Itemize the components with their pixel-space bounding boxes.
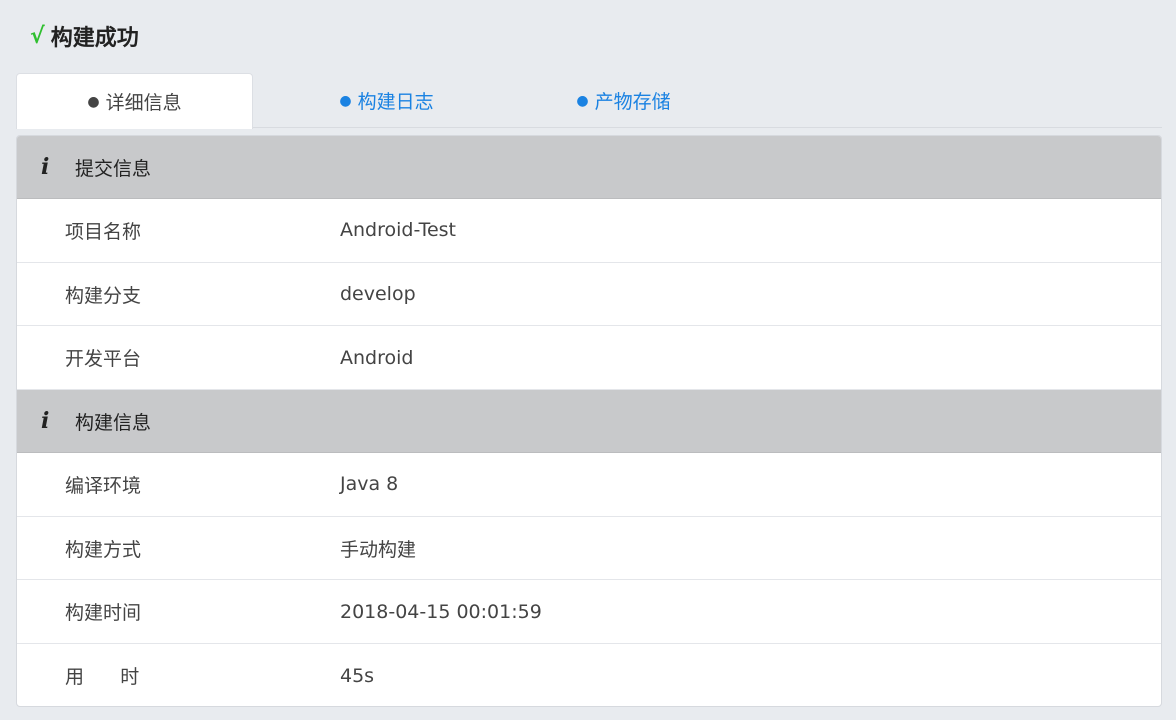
row-value: Java 8 (340, 473, 399, 496)
row-key: 构建分支 (65, 284, 142, 307)
bullet-icon: ● (87, 93, 100, 110)
bullet-icon: ● (339, 92, 352, 109)
row-value: 2018-04-15 00:01:59 (340, 600, 542, 623)
check-icon: √ (30, 23, 45, 49)
info-row-build-time: 构建时间 2018-04-15 00:01:59 (17, 580, 1161, 645)
bullet-icon: ● (576, 92, 589, 109)
tab-label: 构建日志 (357, 91, 434, 113)
row-key: 编译环境 (65, 474, 142, 497)
info-row-branch: 构建分支 develop (17, 263, 1161, 327)
row-value: 45s (340, 664, 375, 687)
tab-artifacts[interactable]: ● 产物存储 (505, 73, 742, 128)
info-row-compile-env: 编译环境 Java 8 (17, 453, 1161, 517)
tab-bar: ● 详细信息 ● 构建日志 ● 产物存储 (16, 73, 1162, 129)
details-panel: i 提交信息 项目名称 Android-Test 构建分支 develop 开发… (16, 135, 1162, 707)
page-header: √ 构建成功 (30, 20, 139, 52)
info-row-build-method: 构建方式 手动构建 (17, 517, 1161, 581)
info-icon: i (41, 154, 50, 180)
row-value: Android-Test (340, 219, 456, 242)
info-row-project-name: 项目名称 Android-Test (17, 199, 1161, 263)
section-header-commit: i 提交信息 (17, 136, 1161, 199)
page-title: 构建成功 (50, 26, 139, 51)
row-value: develop (340, 283, 416, 306)
row-key: 开发平台 (65, 348, 142, 371)
row-value: 手动构建 (340, 538, 417, 561)
row-key: 项目名称 (65, 220, 142, 243)
row-key: 构建时间 (65, 602, 142, 625)
tab-details[interactable]: ● 详细信息 (16, 73, 253, 129)
section-title: 提交信息 (75, 157, 152, 180)
info-row-platform: 开发平台 Android (17, 326, 1161, 391)
tab-label: 详细信息 (105, 92, 182, 114)
row-value: Android (340, 346, 414, 369)
info-row-duration: 用 时 45s (17, 644, 1161, 706)
row-key: 用 时 (65, 666, 140, 689)
row-key: 构建方式 (65, 538, 142, 561)
info-icon: i (41, 408, 50, 435)
tab-label: 产物存储 (594, 91, 671, 113)
section-header-build: i 构建信息 (17, 390, 1161, 454)
tab-build-log[interactable]: ● 构建日志 (268, 73, 505, 128)
section-title: 构建信息 (75, 411, 152, 434)
